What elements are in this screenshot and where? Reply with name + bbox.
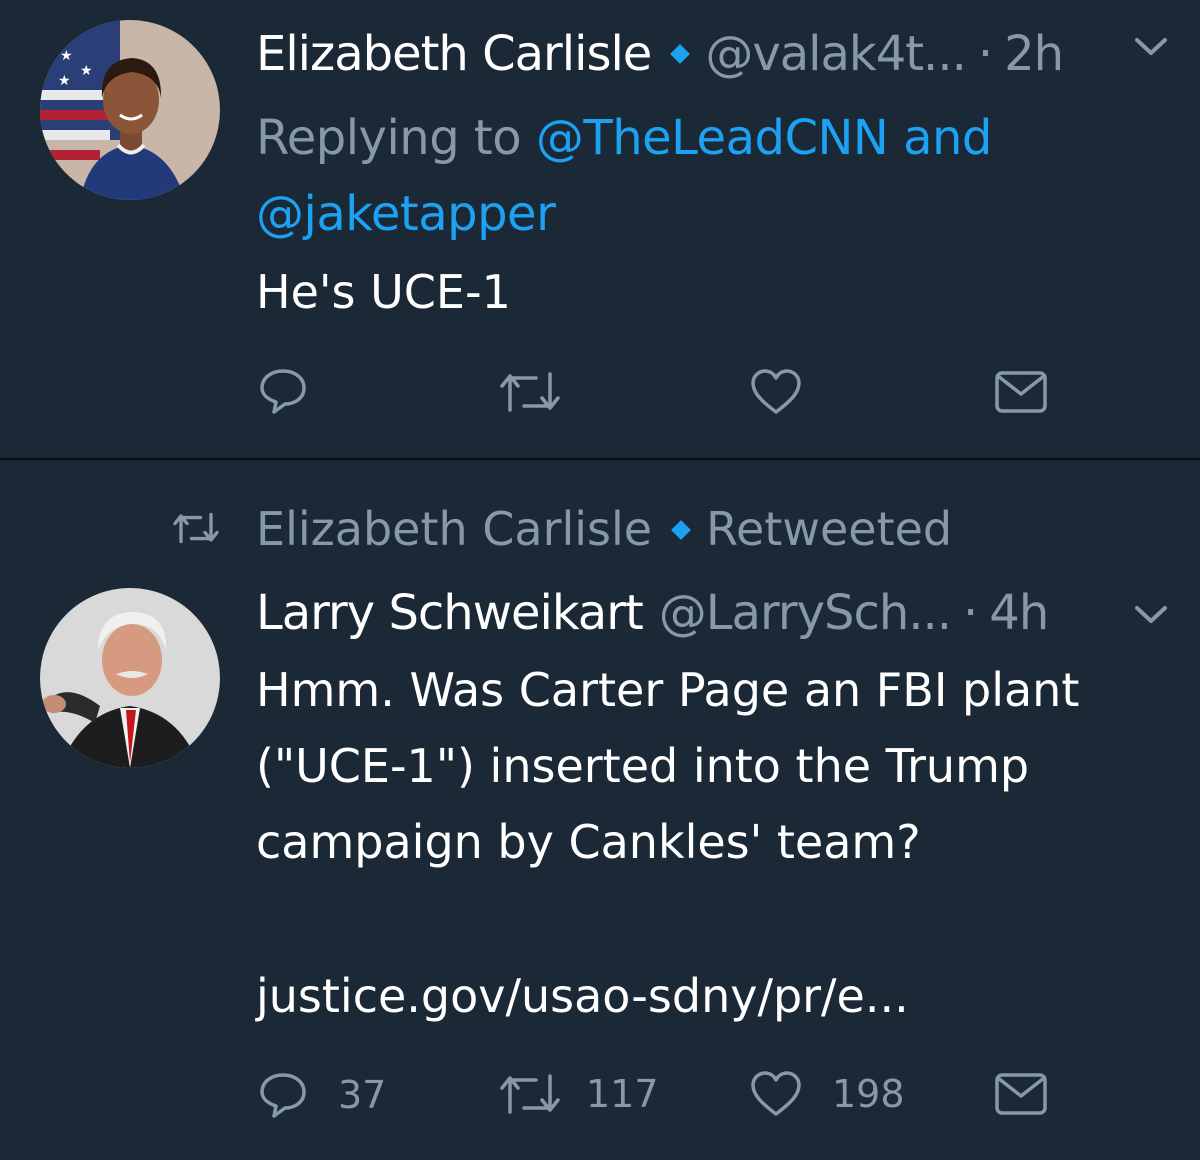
retweet-button[interactable]: 117: [498, 1070, 659, 1118]
timestamp[interactable]: 4h: [989, 585, 1049, 641]
like-count: 198: [832, 1072, 905, 1116]
reply-button[interactable]: 37: [258, 1070, 386, 1120]
chevron-down-icon[interactable]: [1134, 604, 1168, 626]
retweeted-by: Elizabeth Carlisle Retweeted: [256, 497, 952, 561]
dm-button[interactable]: [994, 1072, 1048, 1116]
separator-dot: ·: [963, 585, 978, 641]
heart-icon: [751, 1071, 801, 1116]
tweet-text-line-2: ("UCE-1") inserted into the Trump: [256, 739, 1030, 793]
avatar[interactable]: [40, 588, 220, 768]
retweet-count: 117: [586, 1072, 659, 1116]
tweet-2[interactable]: Elizabeth Carlisle Retweeted Larry Schwei…: [0, 0, 1200, 1118]
author-handle[interactable]: @LarrySch...: [659, 585, 952, 641]
verified-badge-icon: [671, 519, 692, 540]
retweet-icon: [173, 512, 219, 544]
like-button[interactable]: 198: [750, 1070, 905, 1118]
tweet-text-line-1: Hmm. Was Carter Page an FBI plant: [256, 663, 1080, 717]
tweet-header: Larry Schweikart @LarrySch... · 4h: [256, 583, 1049, 643]
author-name[interactable]: Larry Schweikart: [256, 585, 644, 641]
retweet-icon: [500, 1074, 560, 1114]
retweeted-label: Retweeted: [706, 502, 953, 556]
tweet-text-line-3: campaign by Cankles' team?: [256, 815, 921, 869]
retweeter-name[interactable]: Elizabeth Carlisle: [256, 502, 652, 556]
reply-icon: [260, 1073, 306, 1118]
reply-count: 37: [338, 1073, 387, 1117]
tweet-link[interactable]: justice.gov/usao-sdny/pr/e...: [256, 958, 909, 1034]
envelope-icon: [995, 1073, 1047, 1115]
